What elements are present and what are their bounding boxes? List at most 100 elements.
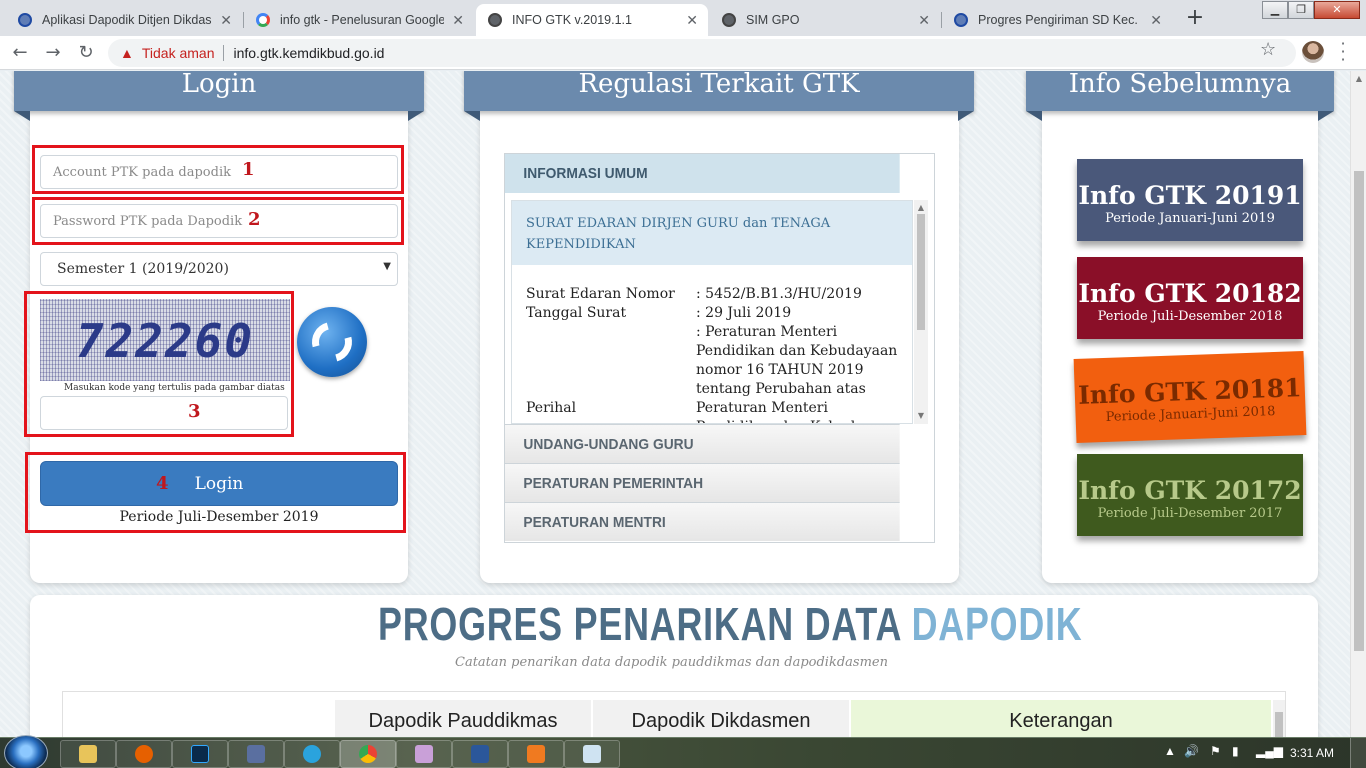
info-gtk-20172-button[interactable]: Info GTK 20172 Periode Juli-Desember 201… <box>1077 454 1303 536</box>
profile-avatar[interactable] <box>1302 41 1324 63</box>
maximize-button[interactable]: ❐ <box>1288 1 1314 19</box>
column-header-keterangan: Keterangan <box>851 700 1271 737</box>
semester-value: Semester 1 (2019/2020) <box>57 261 229 277</box>
tab-progres-pengiriman[interactable]: Progres Pengiriman SD Kec. Mc ✕ <box>942 4 1172 36</box>
show-hidden-icons[interactable]: ▲ <box>1164 744 1176 758</box>
taskbar-word[interactable] <box>452 740 508 768</box>
section-undang-undang-guru[interactable]: UNDANG-UNDANG GURU <box>505 424 900 463</box>
regulasi-accordion: INFORMASI UMUM SURAT EDARAN DIRJEN GURU … <box>504 153 935 543</box>
menu-kebab-icon[interactable]: · · · <box>1338 36 1348 68</box>
marker-1: 1 <box>242 159 255 180</box>
url-text: info.gtk.kemdikbud.go.id <box>233 45 385 61</box>
notepad-icon <box>583 745 601 763</box>
close-icon[interactable]: ✕ <box>918 12 930 29</box>
progres-heading: PROGRES PENARIKAN DATA DAPODIK <box>378 597 1082 651</box>
info-periode: Periode Juli-Desember 2017 <box>1097 506 1283 521</box>
info-title: Info GTK 20191 <box>1078 181 1302 210</box>
section-label: UNDANG-UNDANG GURU <box>523 435 694 453</box>
minimize-button[interactable]: ▁ <box>1262 1 1288 19</box>
informasi-umum-content: SURAT EDARAN DIRJEN GURU dan TENAGA KEPE… <box>511 200 913 424</box>
tab-label: SIM GPO <box>746 13 800 27</box>
battery-icon[interactable]: ▮ <box>1232 744 1239 758</box>
taskbar-notepad[interactable] <box>564 740 620 768</box>
content-scrollbar[interactable]: ▲ ▼ <box>914 200 928 424</box>
close-icon[interactable]: ✕ <box>452 12 464 29</box>
close-icon[interactable]: ✕ <box>220 12 232 29</box>
tab-label: info gtk - Penelusuran Google <box>280 13 445 27</box>
address-toolbar: ← → ↻ ▲ Tidak aman info.gtk.kemdikbud.go… <box>0 36 1366 70</box>
globe-icon <box>722 13 736 27</box>
tanggal-label: Tanggal Surat <box>526 305 627 321</box>
marker-4: 4 <box>156 473 169 494</box>
warning-icon: ▲ <box>120 45 134 61</box>
paint-icon <box>415 745 433 763</box>
volume-icon[interactable]: 🔊 <box>1184 744 1199 758</box>
login-title: Login <box>14 71 424 121</box>
windows-taskbar: ▲ 🔊 ⚑ ▮ ▂▄▆ 3:31 AM <box>0 735 1366 768</box>
info-title: Info GTK 20182 <box>1078 279 1302 308</box>
app-icon <box>247 745 265 763</box>
scroll-up-icon[interactable]: ▲ <box>1351 71 1366 87</box>
taskbar-paint[interactable] <box>396 740 452 768</box>
telegram-icon <box>303 745 321 763</box>
scroll-down-icon[interactable]: ▼ <box>914 408 928 424</box>
browser-tab-strip: Aplikasi Dapodik Ditjen Dikdasm ✕ info g… <box>0 0 1366 36</box>
tab-google-search[interactable]: info gtk - Penelusuran Google ✕ <box>244 4 474 36</box>
tab-label: Progres Pengiriman SD Kec. Mc <box>978 13 1143 27</box>
surat-edaran-title[interactable]: SURAT EDARAN DIRJEN GURU dan TENAGA KEPE… <box>512 201 912 265</box>
flag-icon[interactable]: ⚑ <box>1210 744 1221 758</box>
tab-sim-gpo[interactable]: SIM GPO ✕ <box>710 4 940 36</box>
page-viewport: Login Account PTK pada dapodik 1 Passwor… <box>0 71 1350 737</box>
highlight-box-3 <box>24 291 294 437</box>
page-scrollbar[interactable]: ▲ <box>1350 71 1366 737</box>
section-peraturan-pemerintah[interactable]: PERATURAN PEMERINTAH <box>505 463 900 502</box>
info-title: Info GTK 20172 <box>1078 476 1302 505</box>
taskbar-telegram[interactable] <box>284 740 340 768</box>
close-icon[interactable]: ✕ <box>1150 12 1162 29</box>
nomor-value: : 5452/B.B1.3/HU/2019 <box>696 286 862 302</box>
table-scroll-thumb[interactable] <box>1275 712 1283 737</box>
show-desktop-button[interactable] <box>1350 738 1366 768</box>
close-icon[interactable]: ✕ <box>686 12 698 29</box>
bookmark-star-icon[interactable]: ☆ <box>1260 39 1276 60</box>
taskbar-clock[interactable]: 3:31 AM <box>1290 746 1334 760</box>
table-scrollbar[interactable] <box>1273 700 1285 737</box>
highlight-box-2 <box>32 197 404 245</box>
info-gtk-20182-button[interactable]: Info GTK 20182 Periode Juli-Desember 201… <box>1077 257 1303 339</box>
info-title: Info GTK 20181 <box>1077 373 1302 410</box>
new-tab-button[interactable]: + <box>1181 5 1209 33</box>
taskbar-unknown-app[interactable] <box>228 740 284 768</box>
info-gtk-20181-button[interactable]: Info GTK 20181 Periode Januari-Juni 2018 <box>1073 351 1307 443</box>
marker-2: 2 <box>248 209 261 230</box>
refresh-captcha-icon[interactable] <box>297 307 367 377</box>
page-scroll-thumb[interactable] <box>1354 171 1364 651</box>
regulasi-title: Regulasi Terkait GTK <box>464 71 974 121</box>
reload-icon[interactable]: ↻ <box>74 41 98 65</box>
close-window-button[interactable]: ✕ <box>1314 1 1360 19</box>
taskbar-orange-app[interactable] <box>508 740 564 768</box>
section-label: PERATURAN MENTRI <box>523 513 666 531</box>
content-scroll-thumb[interactable] <box>917 214 925 330</box>
address-bar[interactable]: ▲ Tidak aman info.gtk.kemdikbud.go.id <box>108 39 1296 67</box>
taskbar-firefox[interactable] <box>116 740 172 768</box>
progres-table: Dapodik Pauddikmas Dapodik Dikdasmen Ket… <box>62 691 1286 737</box>
network-signal-icon[interactable]: ▂▄▆ <box>1256 744 1283 758</box>
highlight-box-1 <box>32 145 404 194</box>
section-peraturan-mentri[interactable]: PERATURAN MENTRI <box>505 502 900 541</box>
perihal-label: Perihal <box>526 400 577 416</box>
highlight-box-4 <box>25 452 406 533</box>
semester-select[interactable]: Semester 1 (2019/2020) ▼ <box>40 252 398 286</box>
forward-icon[interactable]: → <box>41 41 65 65</box>
tab-label: Aplikasi Dapodik Ditjen Dikdasm <box>42 13 213 27</box>
info-sebelumnya-title: Info Sebelumnya <box>1026 71 1334 121</box>
taskbar-photoshop[interactable] <box>172 740 228 768</box>
info-periode: Periode Januari-Juni 2019 <box>1105 211 1275 226</box>
start-button[interactable] <box>4 735 48 768</box>
tab-info-gtk[interactable]: INFO GTK v.2019.1.1 ✕ <box>476 4 708 36</box>
taskbar-explorer[interactable] <box>60 740 116 768</box>
back-icon[interactable]: ← <box>8 41 32 65</box>
taskbar-chrome[interactable] <box>340 740 396 768</box>
info-gtk-20191-button[interactable]: Info GTK 20191 Periode Januari-Juni 2019 <box>1077 159 1303 241</box>
tab-aplikasi-dapodik[interactable]: Aplikasi Dapodik Ditjen Dikdasm ✕ <box>6 4 242 36</box>
section-informasi-umum[interactable]: INFORMASI UMUM <box>505 154 900 193</box>
